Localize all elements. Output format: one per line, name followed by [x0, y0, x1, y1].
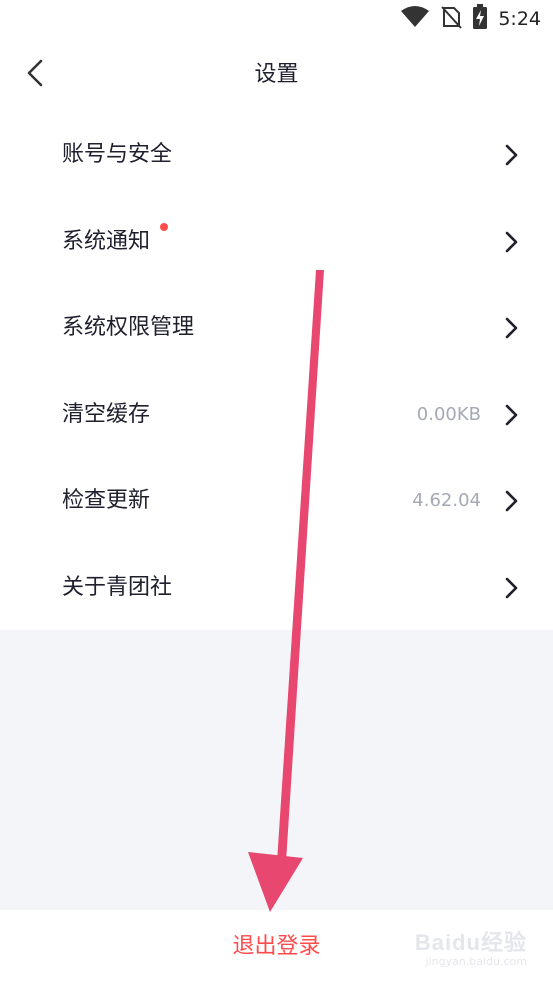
chevron-right-icon: [501, 316, 521, 340]
version-value: 4.62.04: [412, 490, 481, 511]
chevron-right-icon: [501, 143, 521, 167]
watermark-logo: Baidu经验: [414, 930, 527, 955]
logout-bar: 退出登录 Baidu经验 jingyan.baidu.com: [0, 910, 553, 984]
settings-item-label: 关于青团社: [62, 574, 173, 600]
settings-item-system-notifications[interactable]: 系统通知: [0, 199, 553, 286]
settings-item-label: 清空缓存: [62, 401, 151, 427]
nav-header: 设置: [0, 40, 553, 110]
watermark-url: jingyan.baidu.com: [425, 955, 527, 968]
settings-item-about[interactable]: 关于青团社: [0, 545, 553, 632]
settings-item-label: 账号与安全: [62, 142, 173, 167]
chevron-right-icon: [501, 576, 521, 600]
page-title: 设置: [254, 62, 299, 87]
wifi-icon: [400, 6, 430, 32]
settings-item-check-update[interactable]: 检查更新 4.62.04: [0, 458, 553, 545]
settings-item-account-security[interactable]: 账号与安全: [0, 112, 553, 199]
settings-item-clear-cache[interactable]: 清空缓存 0.00KB: [0, 372, 553, 459]
chevron-right-icon: [501, 230, 521, 254]
status-time: 5:24: [498, 8, 541, 30]
content-background: [0, 630, 553, 910]
settings-item-label: 系统权限管理: [62, 315, 195, 340]
status-icons: 5:24: [400, 4, 541, 34]
chevron-right-icon: [501, 489, 521, 513]
settings-item-system-permissions[interactable]: 系统权限管理: [0, 285, 553, 372]
settings-item-label: 检查更新: [62, 488, 151, 513]
watermark: Baidu经验 jingyan.baidu.com: [415, 925, 527, 968]
settings-item-label: 系统通知: [62, 228, 151, 254]
cache-size-value: 0.00KB: [416, 403, 481, 425]
notification-dot-icon: [160, 222, 168, 231]
status-bar: 5:24: [0, 0, 553, 40]
battery-charging-icon: [472, 4, 488, 34]
settings-list: 账号与安全 系统通知 系统权限管理 清空缓存 0.00KB 检查更新 4.62.…: [0, 112, 553, 631]
chevron-right-icon: [501, 403, 521, 427]
no-sim-icon: [440, 5, 463, 33]
